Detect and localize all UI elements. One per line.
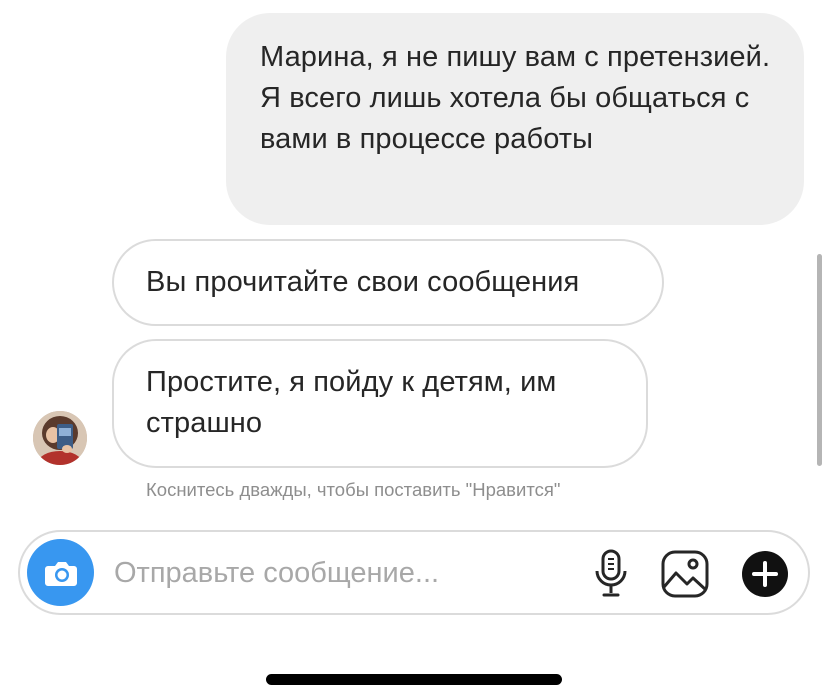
incoming-message-text: Вы прочитайте свои сообщения	[146, 266, 580, 298]
incoming-message-text: Простите, я пойду к детям, им страшно	[146, 366, 557, 439]
message-input[interactable]	[114, 552, 554, 594]
scrollbar[interactable]	[817, 254, 822, 466]
avatar[interactable]	[33, 411, 87, 465]
microphone-button[interactable]	[588, 548, 634, 600]
chat-screen: Марина, я не пишу вам с претензией. Я вс…	[0, 0, 828, 700]
gallery-button[interactable]	[659, 548, 711, 600]
incoming-message[interactable]: Вы прочитайте свои сообщения	[112, 239, 664, 326]
camera-button[interactable]	[27, 539, 94, 606]
camera-icon	[44, 561, 77, 586]
gallery-icon	[661, 550, 709, 598]
outgoing-message-text: Марина, я не пишу вам с претензией. Я вс…	[260, 41, 771, 155]
double-tap-like-hint: Коснитесь дважды, чтобы поставить "Нрави…	[146, 479, 561, 500]
home-indicator[interactable]	[266, 674, 562, 685]
microphone-icon	[595, 549, 627, 597]
outgoing-message[interactable]: Марина, я не пишу вам с претензией. Я вс…	[226, 13, 804, 225]
avatar-photo	[33, 411, 87, 465]
message-composer	[18, 530, 810, 615]
plus-icon	[742, 551, 788, 597]
more-actions-button[interactable]	[739, 548, 791, 600]
incoming-message[interactable]: Простите, я пойду к детям, им страшно	[112, 339, 648, 468]
